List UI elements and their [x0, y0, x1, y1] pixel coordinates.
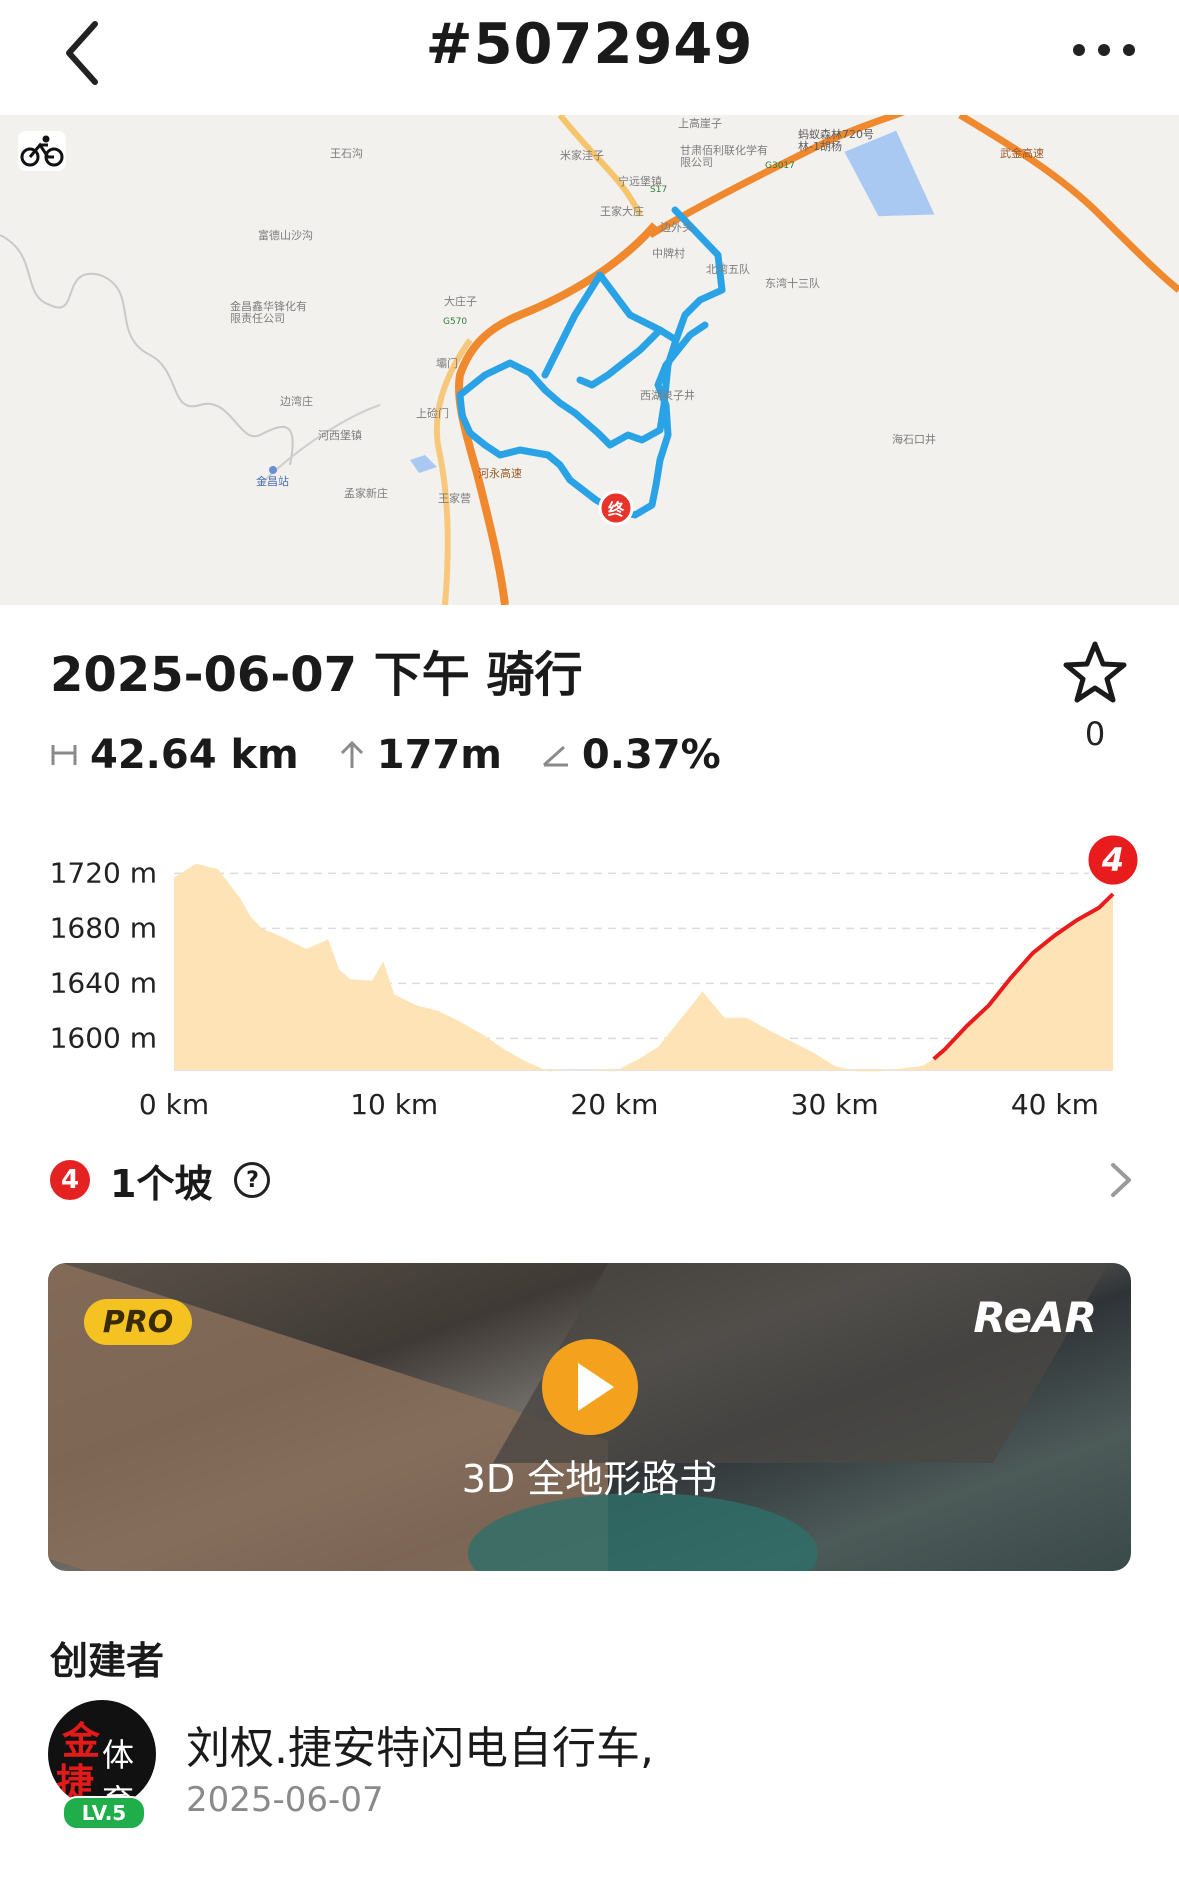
map-label: 富德山沙沟 — [258, 229, 313, 242]
creator-heading: 创建者 — [50, 1639, 165, 1683]
highway — [433, 338, 473, 605]
pro-badge: PRO — [84, 1299, 192, 1345]
climb-value: 177m — [376, 732, 502, 778]
climb-marker-number: 4 — [1101, 841, 1124, 879]
level-badge: LV.5 — [62, 1796, 146, 1830]
stats-row: 42.64 km 177m 0.37% — [50, 730, 761, 780]
favorite-count: 0 — [1084, 715, 1106, 753]
more-dots-icon[interactable] — [1069, 30, 1139, 70]
elevation-area — [174, 863, 1113, 1072]
climb-marker[interactable]: 4 — [1085, 832, 1141, 888]
avatar[interactable]: 金 捷 体育 — [48, 1700, 156, 1808]
map-label: S17 — [650, 185, 668, 195]
star-icon[interactable] — [1062, 640, 1128, 706]
end-marker-label: 终 — [608, 500, 625, 519]
map-label: 王家营 — [438, 492, 471, 505]
map-label: 北湾五队 — [706, 263, 750, 276]
chevron-right-icon[interactable] — [1105, 1160, 1135, 1200]
distance-icon — [51, 745, 77, 765]
map-label: 武金高速 — [1000, 147, 1044, 160]
highway — [958, 115, 1179, 293]
question-circle-icon[interactable]: ? — [234, 1162, 271, 1198]
play-button[interactable] — [542, 1339, 638, 1435]
grade-value: 0.37% — [581, 732, 721, 778]
y-tick-label: 1640 m — [50, 966, 157, 999]
map-label: 河西堡镇 — [318, 429, 362, 442]
x-tick-label: 10 km — [350, 1088, 438, 1120]
map-label: 大庄子 — [444, 295, 477, 308]
map-label: G3017 — [765, 161, 795, 171]
play-icon — [578, 1363, 614, 1411]
highway — [557, 115, 643, 217]
highway — [455, 222, 659, 605]
map-label: 金昌鑫华锋化有限责任公司 — [230, 300, 307, 325]
map-label: 上硷门 — [416, 407, 449, 420]
map-label: 孟家新庄 — [344, 487, 388, 500]
map-canvas: 终 — [0, 115, 1179, 605]
map-label: 边外头 — [660, 221, 693, 234]
map-label: 壩门 — [436, 357, 458, 370]
map-label: 河永高速 — [478, 467, 522, 480]
page-title: #5072949 — [425, 12, 754, 77]
banner-text: 3D 全地形路书 — [461, 1457, 718, 1501]
map-label: 金昌站 — [256, 475, 289, 488]
slope-icon — [542, 745, 568, 767]
route-map[interactable]: 终 王石沟 米家洼子 宁远堡镇 上高崖子 甘肃佰利联化学有限公司 蚂蚁森林720… — [0, 115, 1179, 605]
climb-stat: 177m — [339, 732, 502, 778]
map-label: G570 — [443, 317, 468, 327]
grade-stat: 0.37% — [542, 732, 721, 778]
creator-name[interactable]: 刘权.捷安特闪电自行车, — [186, 1712, 654, 1776]
x-tick-label: 20 km — [570, 1088, 658, 1120]
map-label: 边湾庄 — [280, 395, 313, 408]
map-label: 王石沟 — [330, 147, 363, 160]
map-label: 王家大庄 — [600, 205, 644, 218]
y-tick-label: 1600 m — [50, 1021, 157, 1054]
top-nav-bar: #5072949 — [0, 0, 1179, 115]
bicycle-icon[interactable] — [18, 131, 66, 171]
climbs-row[interactable]: 4 1个坡 ? — [50, 1150, 1135, 1210]
creator-date: 2025-06-07 — [186, 1780, 384, 1820]
minor-road — [0, 234, 294, 466]
map-label: 米家洼子 — [560, 149, 604, 162]
distance-value: 42.64 km — [90, 732, 299, 778]
x-tick-label: 30 km — [791, 1088, 879, 1120]
y-tick-label: 1680 m — [50, 911, 157, 944]
3d-route-banner[interactable]: PRO ReAR 3D 全地形路书 — [48, 1263, 1131, 1571]
map-label: 中牌村 — [652, 247, 685, 260]
activity-title: 2025-06-07 下午 骑行 — [50, 647, 583, 703]
map-label: 东湾十三队 — [765, 277, 820, 290]
x-tick-label: 40 km — [1011, 1088, 1099, 1120]
water-area — [410, 455, 437, 473]
rear-logo: ReAR — [973, 1293, 1097, 1342]
distance-stat: 42.64 km — [50, 732, 299, 778]
x-tick-label: 0 km — [139, 1088, 209, 1120]
elevation-chart[interactable]: 0 km 10 km 20 km 30 km 40 km 1600 m 1640 m 168… — [0, 820, 1179, 1120]
map-label: 蚂蚁森林720号林-1胡杨 — [798, 128, 874, 153]
map-label: 上高崖子 — [678, 117, 722, 130]
climb-count-badge: 4 — [50, 1160, 90, 1200]
y-tick-label: 1720 m — [50, 856, 157, 889]
arrow-up-icon — [340, 740, 363, 768]
climb-count-label: 1个坡 — [110, 1161, 213, 1206]
map-label: 海石口井 — [892, 433, 936, 446]
map-label: 甘肃佰利联化学有限公司 — [680, 144, 768, 169]
map-label: 西湖泉子井 — [640, 389, 695, 402]
